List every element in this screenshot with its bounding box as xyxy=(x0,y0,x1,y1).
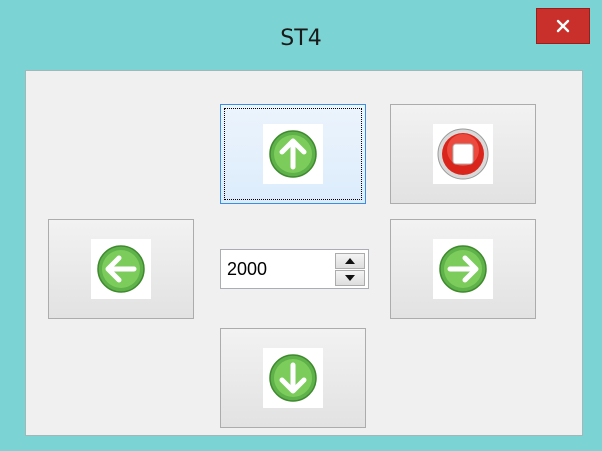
triangle-up-icon xyxy=(345,258,355,264)
triangle-down-icon xyxy=(345,275,355,281)
spin-down-button[interactable] xyxy=(335,270,365,286)
arrow-up-icon xyxy=(263,124,323,184)
close-icon xyxy=(556,19,570,33)
move-right-button[interactable] xyxy=(390,219,536,319)
window-title: ST4 xyxy=(280,26,322,51)
stop-icon xyxy=(433,124,493,184)
arrow-right-icon xyxy=(433,239,493,299)
stop-button[interactable] xyxy=(390,104,536,204)
step-spinner xyxy=(220,249,369,289)
close-button[interactable] xyxy=(536,8,590,44)
title-bar: ST4 xyxy=(0,0,602,70)
arrow-left-icon xyxy=(91,239,151,299)
move-left-button[interactable] xyxy=(48,219,194,319)
arrow-down-icon xyxy=(263,348,323,408)
spin-up-button[interactable] xyxy=(335,253,365,269)
move-up-button[interactable] xyxy=(220,104,366,204)
app-window: ST4 xyxy=(0,0,602,451)
step-value-input[interactable] xyxy=(227,256,335,282)
move-down-button[interactable] xyxy=(220,328,366,428)
